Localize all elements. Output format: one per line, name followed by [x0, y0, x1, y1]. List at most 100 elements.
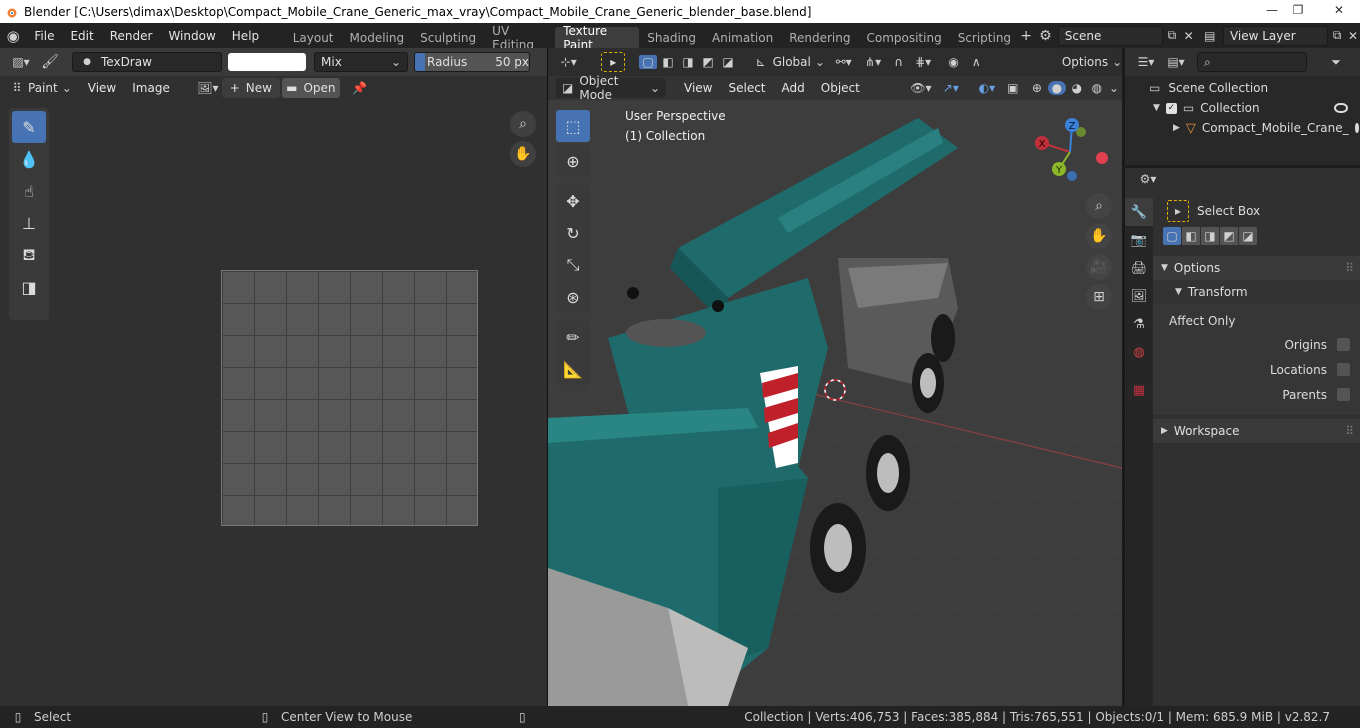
- annotate-tool[interactable]: ✏: [556, 321, 590, 353]
- menu-render[interactable]: Render: [102, 23, 161, 48]
- pivot-icon[interactable]: ⚯▾: [829, 55, 858, 69]
- options-dropdown[interactable]: Options ⌄: [1062, 52, 1122, 72]
- wireframe-shading-icon[interactable]: ⊕: [1028, 81, 1046, 95]
- menu-image[interactable]: Image: [124, 76, 178, 101]
- tool-tab-icon[interactable]: 🔧: [1125, 198, 1153, 226]
- select-invert-icon[interactable]: ◩: [699, 55, 717, 69]
- shading-options-icon[interactable]: ⌄: [1106, 81, 1122, 95]
- material-shading-icon[interactable]: ◕: [1068, 81, 1086, 95]
- display-mode-icon[interactable]: ▤▾: [1161, 55, 1191, 69]
- gizmo-neg-z-icon[interactable]: [1067, 171, 1077, 181]
- delete-view-layer-icon[interactable]: ✕: [1346, 29, 1360, 43]
- open-image-button[interactable]: ▬ Open: [281, 78, 340, 98]
- zoom-icon[interactable]: ⌕: [510, 111, 536, 137]
- select-new-icon[interactable]: ▢: [639, 55, 658, 69]
- camera-icon[interactable]: 🎥: [1086, 254, 1112, 280]
- delete-scene-icon[interactable]: ✕: [1181, 29, 1197, 43]
- uv-grid-canvas[interactable]: [221, 270, 478, 526]
- scene-icon[interactable]: ⚙: [1033, 28, 1058, 44]
- editor-type-icon[interactable]: ⊹▾: [554, 55, 583, 69]
- expand-arrow-icon[interactable]: ▼: [1153, 103, 1160, 113]
- fill-tool[interactable]: ⛾: [12, 239, 46, 271]
- menu-view[interactable]: View: [676, 76, 720, 101]
- navigation-gizmo[interactable]: X Y Z: [1032, 116, 1108, 188]
- tab-sculpting[interactable]: Sculpting: [412, 27, 484, 48]
- object-mode-dropdown[interactable]: ◪ Object Mode ⌄: [556, 74, 666, 102]
- new-image-button[interactable]: + New: [221, 78, 280, 98]
- new-view-layer-icon[interactable]: ⧉: [1328, 28, 1346, 43]
- drag-handle-icon[interactable]: ⠿: [1345, 424, 1354, 438]
- select-invert-icon[interactable]: ◩: [1220, 227, 1238, 245]
- outliner-row-scene-collection[interactable]: ▭ Scene Collection: [1125, 78, 1360, 98]
- tab-modeling[interactable]: Modeling: [342, 27, 413, 48]
- mask-tool[interactable]: ◨: [12, 271, 46, 303]
- select-tool-icon[interactable]: ▸: [601, 52, 626, 72]
- pan-hand-icon[interactable]: ✋: [1086, 223, 1112, 249]
- drag-handle-icon[interactable]: ⠿: [1345, 261, 1354, 275]
- image-browse-icon[interactable]: 🖼▾: [194, 81, 222, 95]
- view-layer-tab-icon[interactable]: 🖼: [1125, 282, 1153, 310]
- pin-icon[interactable]: 📌: [348, 81, 372, 95]
- brush-icon[interactable]: 🖌: [36, 54, 64, 70]
- minimize-button[interactable]: —: [1258, 0, 1286, 20]
- orientation-dropdown[interactable]: Global ⌄: [773, 55, 825, 69]
- clone-tool[interactable]: ⊥: [12, 207, 46, 239]
- ortho-grid-icon[interactable]: ⊞: [1086, 284, 1112, 310]
- new-scene-icon[interactable]: ⧉: [1163, 28, 1181, 43]
- menu-object[interactable]: Object: [813, 76, 868, 101]
- radius-slider[interactable]: Radius 50 px: [414, 52, 530, 72]
- tab-uv-editing[interactable]: UV Editing: [484, 24, 555, 52]
- checkbox-checked-icon[interactable]: ✓: [1165, 102, 1177, 114]
- blender-menu-icon[interactable]: ◉: [0, 27, 26, 45]
- select-subtract-icon[interactable]: ◨: [1201, 227, 1219, 245]
- menu-edit[interactable]: Edit: [62, 23, 101, 48]
- view-layer-icon[interactable]: ▤: [1197, 29, 1223, 43]
- eye-icon[interactable]: [1334, 103, 1348, 113]
- snap-toggle-icon[interactable]: ∩: [888, 55, 910, 69]
- outliner-search-input[interactable]: ⌕: [1197, 52, 1307, 72]
- world-tab-icon[interactable]: ◍: [1125, 338, 1153, 366]
- tab-scripting[interactable]: Scripting: [950, 27, 1019, 48]
- workspace-panel-header[interactable]: ▶ Workspace ⠿: [1153, 419, 1360, 443]
- draw-tool[interactable]: ✎: [12, 111, 46, 143]
- overlay-icon[interactable]: ◐▾: [972, 81, 1002, 95]
- solid-shading-icon[interactable]: ●: [1047, 81, 1066, 95]
- scene-field[interactable]: Scene: [1057, 25, 1164, 46]
- brush-selector[interactable]: ● TexDraw: [72, 52, 222, 72]
- move-tool[interactable]: ✥: [556, 185, 590, 217]
- tab-rendering[interactable]: Rendering: [781, 27, 858, 48]
- transform-tool[interactable]: ⊛: [556, 281, 590, 313]
- scene-tab-icon[interactable]: ⚗: [1125, 310, 1153, 338]
- output-tab-icon[interactable]: 🖨: [1125, 254, 1153, 282]
- locations-checkbox[interactable]: [1337, 363, 1350, 376]
- tab-animation[interactable]: Animation: [704, 27, 781, 48]
- snap-target-icon[interactable]: ⋕▾: [909, 55, 936, 69]
- outliner-row-object[interactable]: ▶ ▽ Compact_Mobile_Crane_: [1125, 118, 1360, 138]
- blend-mode-dropdown[interactable]: Mix ⌄: [314, 52, 408, 72]
- origins-checkbox[interactable]: [1337, 338, 1350, 351]
- mode-dropdown[interactable]: Paint ⌄: [28, 81, 72, 95]
- brush-color-swatch[interactable]: [228, 53, 306, 71]
- editor-type-icon[interactable]: ⚙▾: [1133, 172, 1163, 186]
- transform-subpanel-header[interactable]: ▼ Transform: [1153, 280, 1360, 304]
- parents-checkbox[interactable]: [1337, 388, 1350, 401]
- select-subtract-icon[interactable]: ◨: [679, 55, 697, 69]
- outliner-row-collection[interactable]: ▼ ✓ ▭ Collection: [1125, 98, 1360, 118]
- select-new-icon[interactable]: ▢: [1163, 227, 1181, 245]
- pan-hand-icon[interactable]: ✋: [510, 141, 536, 167]
- menu-window[interactable]: Window: [160, 23, 223, 48]
- xray-icon[interactable]: ▣: [1002, 81, 1024, 95]
- cursor-tool[interactable]: ⊕: [556, 145, 590, 177]
- zoom-icon[interactable]: ⌕: [1086, 193, 1112, 219]
- 3d-viewport[interactable]: ⊹▾ ▸ ▢ ◧ ◨ ◩ ◪ ⊾ Global ⌄ ⚯▾ ⋔▾ ∩ ⋕▾ ◉ ∧ …: [548, 48, 1122, 706]
- render-tab-icon[interactable]: 📷: [1125, 226, 1153, 254]
- eye-icon[interactable]: [1354, 123, 1359, 133]
- scale-tool[interactable]: ⤡: [556, 249, 590, 281]
- gizmo-neg-x-icon[interactable]: [1096, 152, 1108, 164]
- falloff-icon[interactable]: ∧: [964, 55, 988, 69]
- menu-file[interactable]: File: [26, 23, 62, 48]
- select-extend-icon[interactable]: ◧: [1182, 227, 1200, 245]
- maximize-button[interactable]: ❐: [1284, 0, 1312, 20]
- select-box-tool[interactable]: ⬚: [556, 110, 590, 142]
- tab-shading[interactable]: Shading: [639, 27, 704, 48]
